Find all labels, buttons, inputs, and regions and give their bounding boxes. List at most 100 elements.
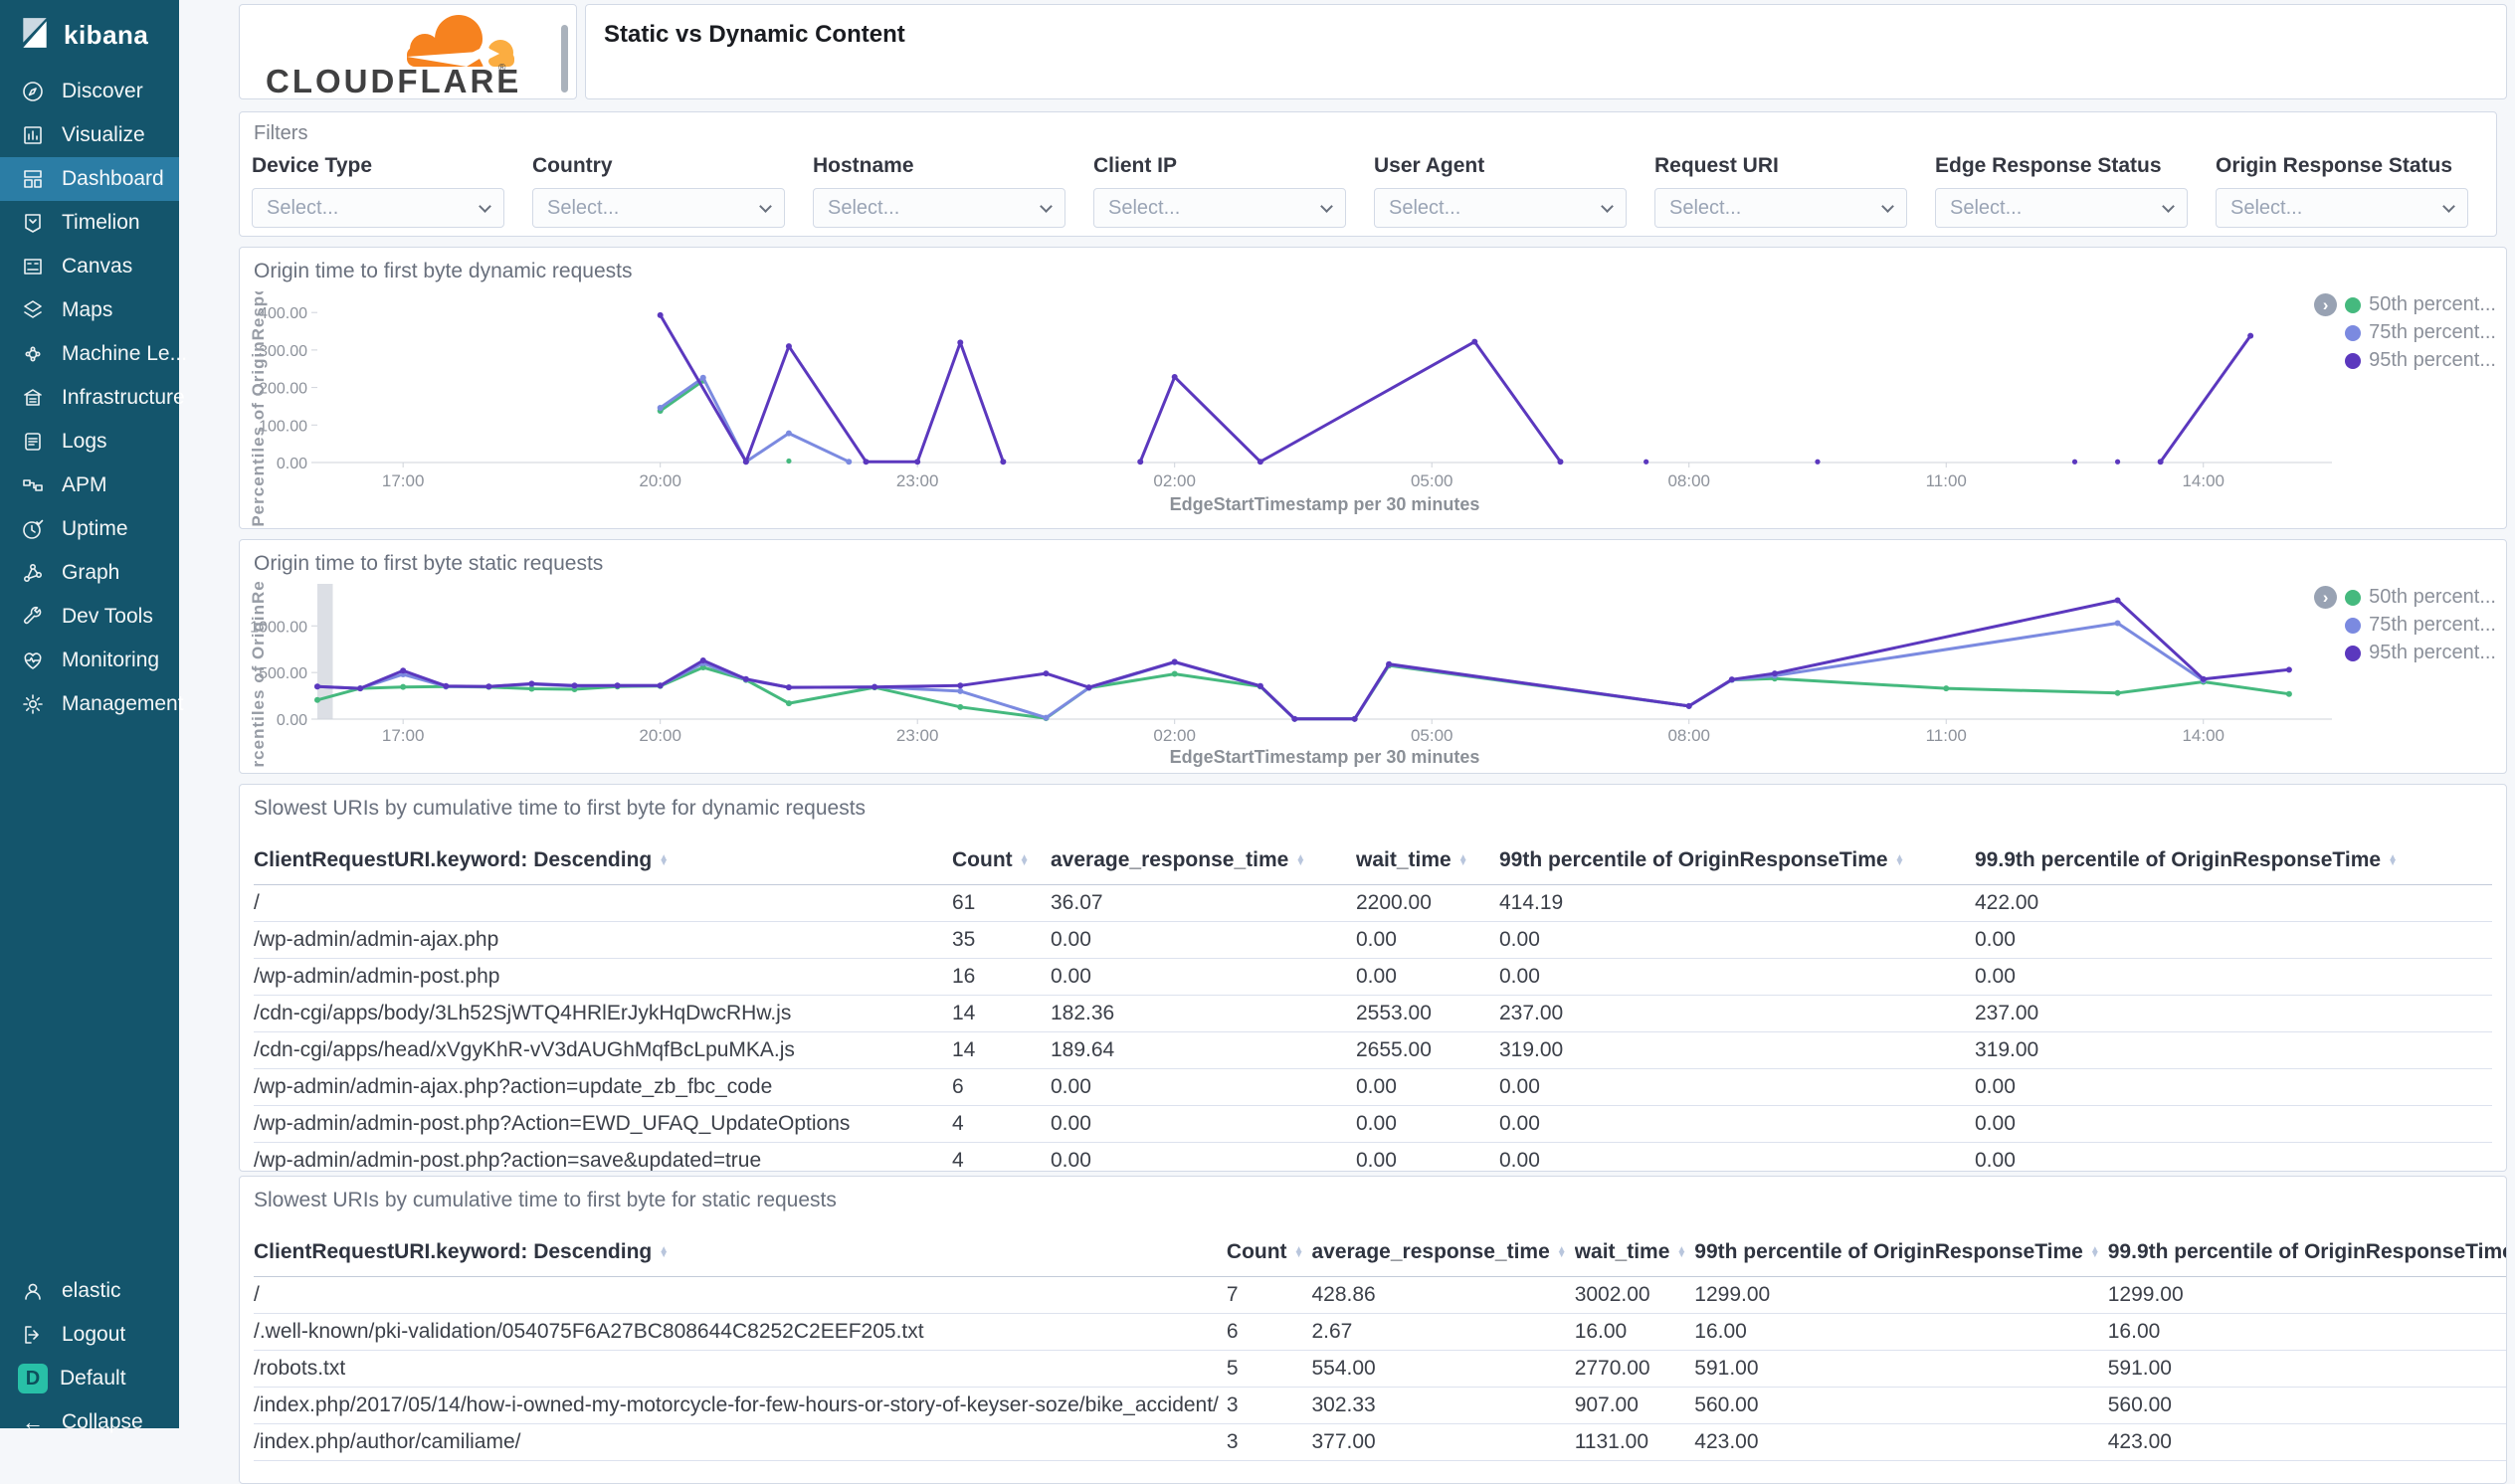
table-cell: 0.00: [1051, 958, 1356, 996]
select-placeholder: Select...: [1108, 196, 1181, 219]
sidebar-item-dev-tools[interactable]: Dev Tools: [0, 595, 179, 639]
table-cell: 0.00: [1975, 1142, 2492, 1171]
sidebar-footer: elastic Logout D Default ← Collapse: [0, 1269, 179, 1444]
filter-group-client-ip: Client IP Select...: [1093, 154, 1352, 228]
sidebar-item-management[interactable]: Management: [0, 682, 184, 726]
timelion-icon: [20, 210, 46, 236]
sidebar-item-visualize[interactable]: Visualize: [0, 113, 179, 157]
table-cell: 237.00: [1499, 995, 1975, 1032]
legend-expand-icon[interactable]: ›: [2314, 586, 2338, 609]
table-cell: 3002.00: [1574, 1276, 1695, 1314]
column-header[interactable]: Count ▲ ▼: [952, 838, 1051, 885]
legend-item[interactable]: 95th percent...: [2345, 349, 2496, 372]
sidebar-item-dashboard[interactable]: Dashboard: [0, 157, 179, 201]
filter-select-edge-response-status[interactable]: Select...: [1935, 188, 2188, 228]
sidebar-item-label: Dev Tools: [62, 605, 153, 628]
cloudflare-wordmark: CLOUDFLARE: [266, 63, 521, 98]
filter-select-country[interactable]: Select...: [532, 188, 785, 228]
chevron-down-icon: [1601, 199, 1614, 213]
sidebar-item-maps[interactable]: Maps: [0, 288, 179, 332]
sidebar-item-monitoring[interactable]: Monitoring: [0, 639, 179, 682]
column-header[interactable]: wait_time ▲ ▼: [1574, 1230, 1695, 1277]
user-icon: [20, 1278, 46, 1304]
column-header[interactable]: Count ▲ ▼: [1226, 1230, 1312, 1277]
kibana-logo-row[interactable]: kibana: [0, 0, 179, 69]
select-placeholder: Select...: [1389, 196, 1461, 219]
kibana-logo-icon: [18, 16, 52, 55]
svg-text:11:00: 11:00: [1926, 471, 1967, 490]
select-placeholder: Select...: [547, 196, 620, 219]
legend-expand-icon[interactable]: ›: [2314, 293, 2338, 316]
column-header[interactable]: 99.9th percentile of OriginResponseTime▲…: [2107, 1230, 2506, 1277]
filter-label: User Agent: [1374, 154, 1485, 177]
sort-icon: ▲ ▼: [1894, 851, 1905, 869]
column-header[interactable]: average_response_time ▲ ▼: [1051, 838, 1356, 885]
filter-select-client-ip[interactable]: Select...: [1093, 188, 1346, 228]
line-chart: 17:00 20:00 23:00 02:00 05:00 08:00 11:00 14:00…: [249, 580, 2332, 769]
legend-item[interactable]: 50th percent...: [2345, 586, 2496, 609]
sidebar-item-label: Management: [62, 692, 184, 715]
sidebar-item-logout[interactable]: Logout: [0, 1313, 179, 1357]
sidebar-item-infrastructure[interactable]: Infrastructure: [0, 376, 185, 420]
sidebar-item-uptime[interactable]: Uptime: [0, 507, 179, 551]
sidebar-item-default[interactable]: D Default: [0, 1357, 179, 1400]
filter-group-edge-response-status: Edge Response Status Select...: [1935, 154, 2194, 228]
filter-label: Device Type: [252, 154, 373, 177]
svg-text:0.00: 0.00: [277, 456, 307, 472]
legend-item[interactable]: 75th percent...: [2345, 614, 2496, 637]
table-title: Slowest URIs by cumulative time to first…: [254, 797, 867, 820]
legend-color-dot: [2345, 645, 2362, 661]
sidebar-item-canvas[interactable]: Canvas: [0, 245, 179, 288]
sidebar-item-label: Infrastructure: [62, 386, 185, 409]
column-header-label: ClientRequestURI.keyword: Descending: [254, 1240, 653, 1263]
column-header[interactable]: ClientRequestURI.keyword: Descending ▲ ▼: [254, 838, 952, 885]
column-header[interactable]: ClientRequestURI.keyword: Descending ▲ ▼: [254, 1230, 1227, 1277]
sidebar-item-apm[interactable]: APM: [0, 464, 179, 507]
legend-item[interactable]: 75th percent...: [2345, 321, 2496, 344]
column-header[interactable]: wait_time ▲ ▼: [1356, 838, 1499, 885]
sidebar-item-label: Discover: [62, 80, 143, 102]
sort-icon: ▲ ▼: [2388, 851, 2398, 869]
select-placeholder: Select...: [2230, 196, 2303, 219]
filter-label: Origin Response Status: [2216, 154, 2453, 177]
table-cell: 554.00: [1311, 1350, 1575, 1388]
legend-item[interactable]: 95th percent...: [2345, 642, 2496, 664]
logout-icon: [20, 1322, 46, 1348]
table-cell: 0.00: [1051, 1105, 1356, 1143]
column-header[interactable]: 99.9th percentile of OriginResponseTime▲…: [1975, 838, 2492, 885]
table-cell: 591.00: [2107, 1350, 2506, 1388]
column-header[interactable]: 99th percentile of OriginResponseTime ▲ ▼: [1499, 838, 1975, 885]
filter-select-origin-response-status[interactable]: Select...: [2216, 188, 2468, 228]
sort-icon: ▲ ▼: [1293, 1243, 1304, 1261]
filter-select-user-agent[interactable]: Select...: [1374, 188, 1627, 228]
column-header[interactable]: 99th percentile of OriginResponseTime ▲ ▼: [1694, 1230, 2108, 1277]
sidebar-item-discover[interactable]: Discover: [0, 70, 179, 113]
table-cell: /.well-known/pki-validation/054075F6A27B…: [254, 1313, 1227, 1351]
table-row: /index.php/author/camiliame/3 377.00 1131.…: [254, 1423, 2506, 1461]
select-placeholder: Select...: [1669, 196, 1742, 219]
table-cell: 0.00: [1499, 921, 1975, 959]
y-axis-label: Percentiles of OriginResponseTi: [249, 291, 268, 526]
filter-select-request-uri[interactable]: Select...: [1654, 188, 1907, 228]
sidebar-item-elastic[interactable]: elastic: [0, 1269, 179, 1313]
column-header[interactable]: average_response_time ▲ ▼: [1311, 1230, 1575, 1277]
sidebar-item-machine-le-[interactable]: Machine Le...: [0, 332, 187, 376]
filter-select-device-type[interactable]: Select...: [252, 188, 504, 228]
panel-scrollbar[interactable]: [561, 25, 568, 93]
table-panel-dynamic: Slowest URIs by cumulative time to first…: [239, 784, 2507, 1172]
sidebar-item-collapse[interactable]: ← Collapse: [0, 1400, 179, 1444]
legend-item[interactable]: 50th percent...: [2345, 293, 2496, 316]
sidebar-item-timelion[interactable]: Timelion: [0, 201, 179, 245]
sidebar-item-graph[interactable]: Graph: [0, 551, 179, 595]
legend-label: 95th percent...: [2369, 642, 2496, 663]
chart-panel-static: Origin time to first byte static request…: [239, 539, 2507, 774]
sidebar-item-logs[interactable]: Logs: [0, 420, 179, 464]
table-row: /cdn-cgi/apps/head/xVgyKhR-vV3dAUGhMqfBc…: [254, 1031, 2492, 1069]
column-header-label: average_response_time: [1311, 1240, 1550, 1263]
chart-legend: › 50th percent... 75th percent... 95th perc…: [2314, 586, 2496, 664]
sort-icon: ▲ ▼: [659, 1243, 670, 1261]
filter-select-hostname[interactable]: Select...: [813, 188, 1065, 228]
table-cell: /wp-admin/admin-ajax.php?action=update_z…: [254, 1068, 952, 1106]
table-cell: 237.00: [1975, 995, 2492, 1032]
select-placeholder: Select...: [267, 196, 339, 219]
